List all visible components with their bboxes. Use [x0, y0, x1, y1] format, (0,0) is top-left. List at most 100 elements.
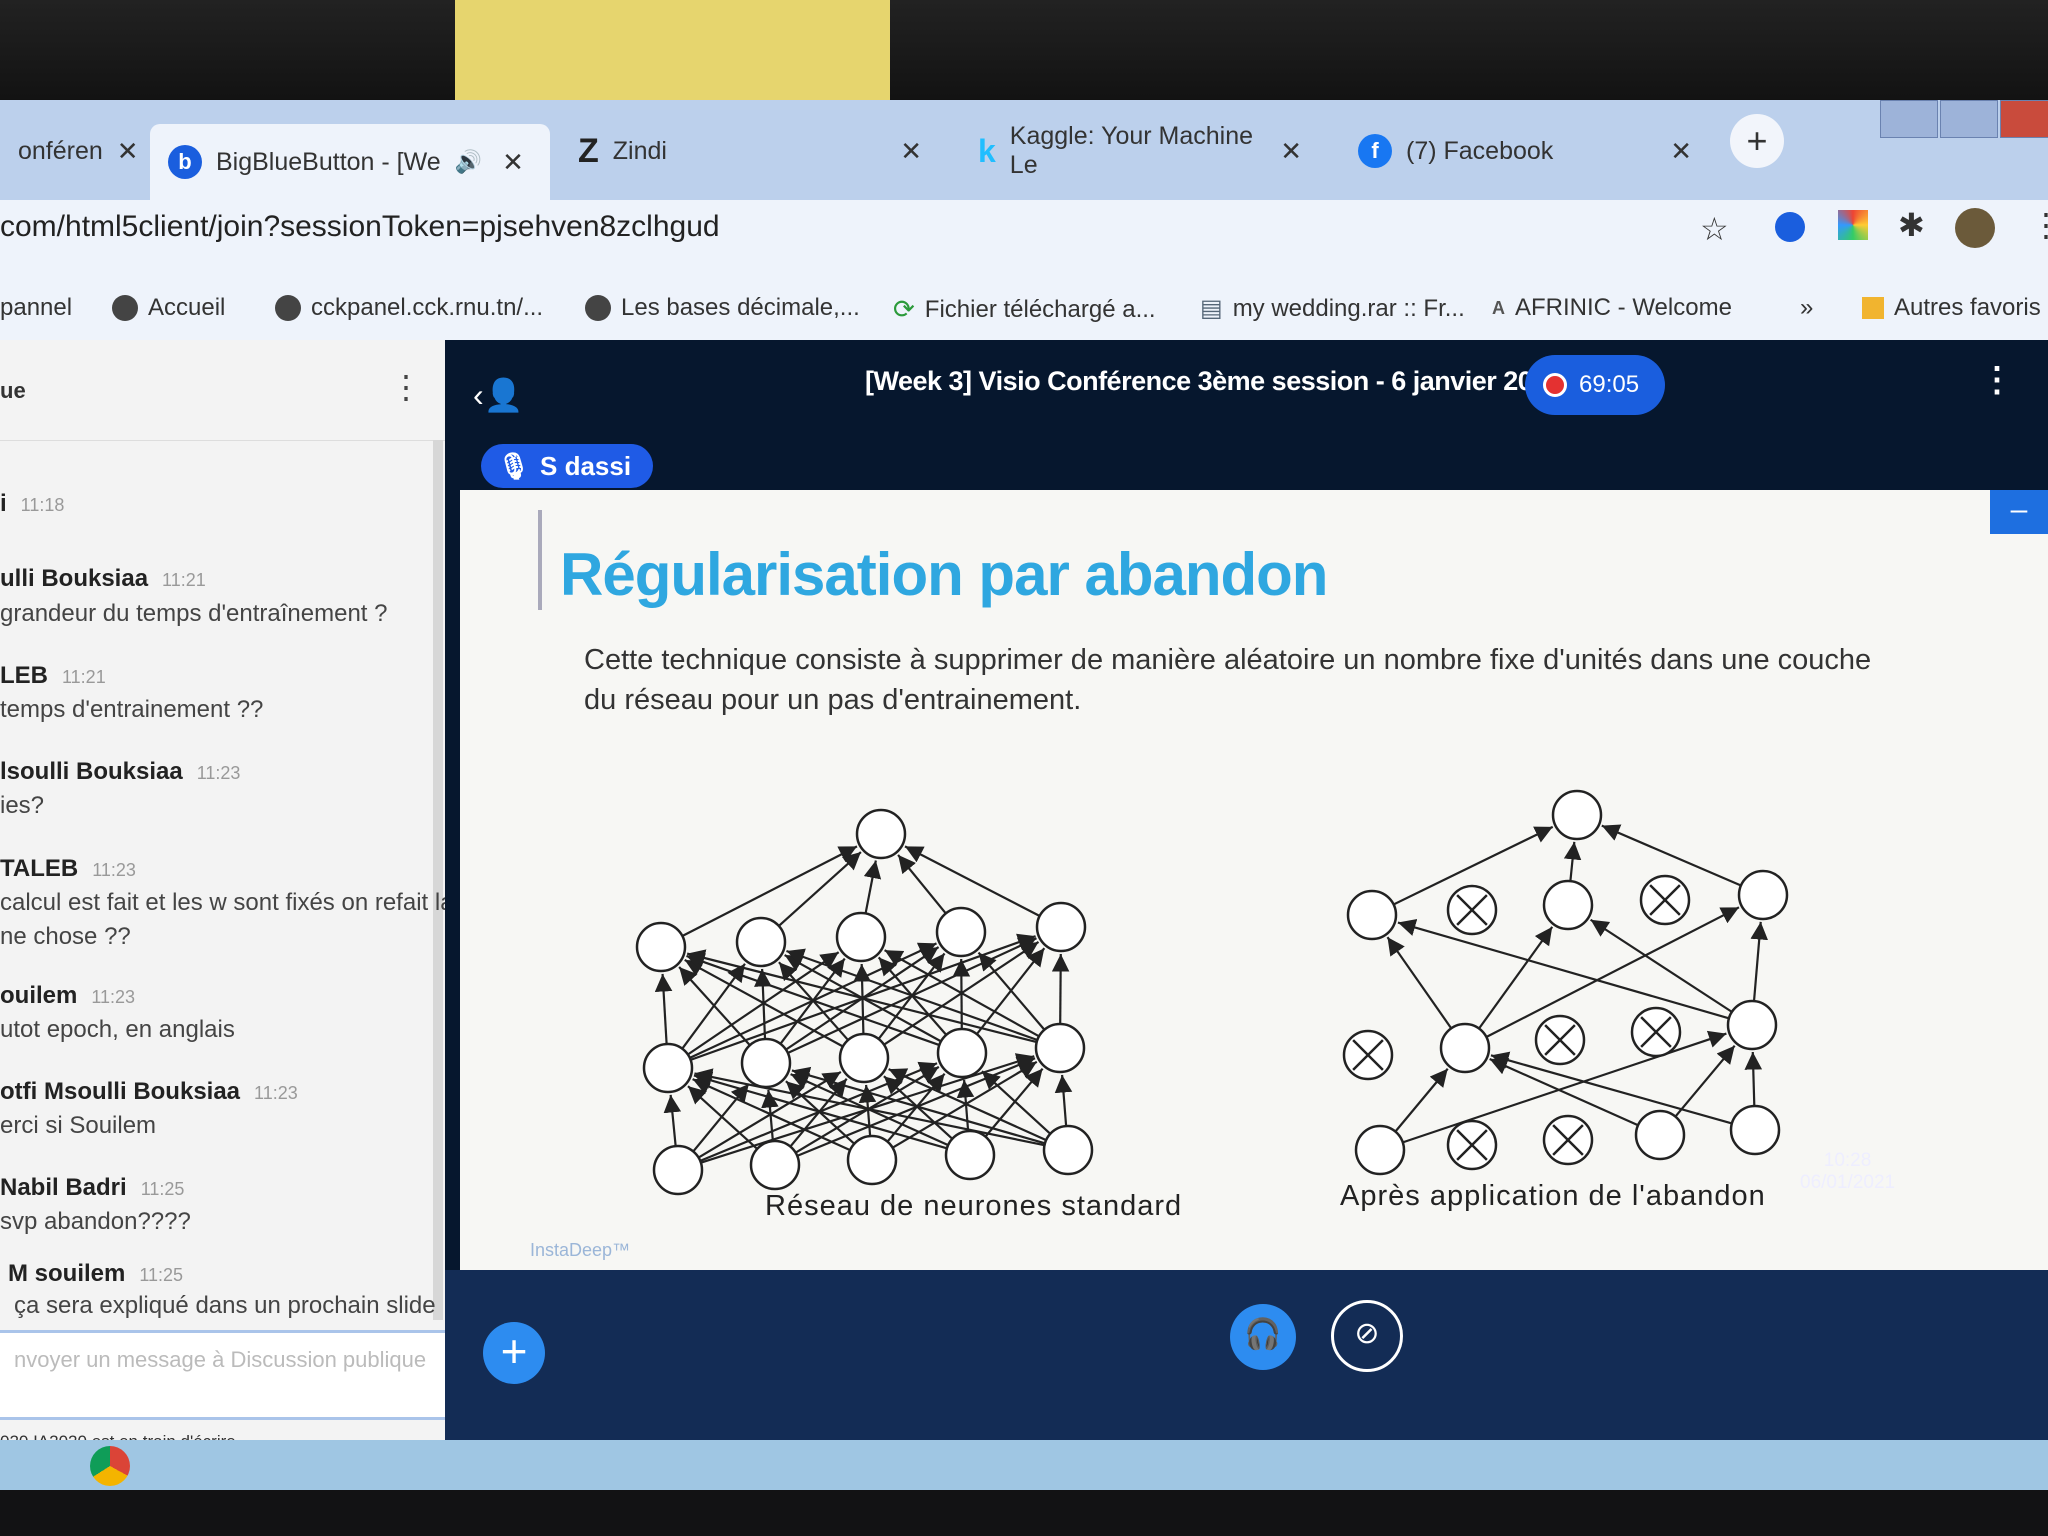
connection-arrow	[692, 1083, 750, 1153]
close-icon[interactable]: ✕	[502, 147, 524, 178]
connection-arrow	[1750, 921, 1769, 1002]
chrome-icon[interactable]	[90, 1446, 130, 1486]
users-toggle-icon[interactable]: ‹👤	[473, 376, 524, 414]
neuron	[740, 1037, 792, 1089]
chat-message: i 11:18	[0, 490, 65, 517]
chat-message: LEB 11:21	[0, 662, 106, 689]
bookmark-bases-decimales[interactable]: Les bases décimale,...	[585, 294, 860, 322]
bookmark-afrinic[interactable]: A AFRINIC - Welcome	[1492, 294, 1732, 322]
video-button[interactable]: ⊘	[1331, 1300, 1403, 1372]
chat-options-icon[interactable]: ⋮	[390, 368, 422, 406]
neuron	[855, 808, 907, 860]
chat-message: Nabil Badri 11:25	[0, 1174, 185, 1201]
screen: onféren ✕ b BigBlueButton - [We 🔊 ✕ Z Zi…	[0, 100, 2048, 1490]
chat-message: M souilem 11:25	[8, 1260, 184, 1287]
color-extension-icon[interactable]	[1838, 210, 1868, 240]
options-kebab-icon[interactable]: ⋮	[1980, 360, 2014, 400]
star-icon[interactable]: ☆	[1700, 210, 1729, 248]
neuron	[846, 1134, 898, 1186]
bookmark-accueil[interactable]: Accueil	[112, 294, 225, 322]
monitor-bezel-bottom	[0, 1490, 2048, 1536]
monitor-bezel-top	[0, 0, 2048, 110]
chat-header: ue ⋮	[0, 340, 445, 441]
url-field[interactable]: com/html5client/join?sessionToken=pjsehv…	[0, 210, 720, 244]
connection-arrow	[1386, 936, 1453, 1029]
actions-button[interactable]: +	[483, 1322, 545, 1384]
bookmark-wedding[interactable]: ▤ my wedding.rar :: Fr...	[1200, 294, 1465, 323]
chat-message: ulli Bouksiaa 11:21	[0, 565, 206, 592]
tab-facebook[interactable]: f (7) Facebook ✕	[1340, 122, 1710, 180]
close-icon[interactable]: ✕	[900, 136, 922, 167]
chat-scrollbar[interactable]	[433, 440, 443, 1320]
tab-label: Zindi	[612, 136, 667, 165]
talker-name: S dassi	[540, 450, 632, 481]
close-icon[interactable]: ✕	[1280, 136, 1302, 167]
tab-conference[interactable]: onféren ✕	[0, 122, 140, 180]
taskbar	[0, 1440, 2048, 1490]
globe-icon	[275, 295, 301, 321]
refresh-icon: ⟳	[893, 294, 915, 324]
chat-message-text: utot epoch, en anglais	[0, 1016, 235, 1043]
connection-arrow	[981, 1070, 1052, 1135]
caption-dropout: Après application de l'abandon	[1340, 1180, 1766, 1212]
close-window-button[interactable]	[2000, 100, 2048, 138]
puzzle-icon[interactable]: ✱	[1898, 206, 1925, 244]
audio-button[interactable]: 🎧	[1230, 1304, 1296, 1370]
chat-message-text: svp abandon????	[0, 1208, 191, 1235]
afrinic-icon: A	[1492, 297, 1505, 318]
neuron	[1634, 1109, 1686, 1161]
microphone-icon: 🎙	[497, 450, 531, 481]
globe-icon	[112, 295, 138, 321]
record-timer: 69:05	[1579, 371, 1640, 398]
caption-standard: Réseau de neurones standard	[765, 1190, 1183, 1222]
neuron	[835, 911, 887, 963]
neuron	[1354, 1124, 1406, 1176]
connection-arrow	[1563, 841, 1582, 882]
tab-kaggle[interactable]: k Kaggle: Your Machine Le ✕	[960, 122, 1320, 180]
connection-arrow	[1744, 1051, 1763, 1107]
new-tab-button[interactable]: +	[1730, 114, 1784, 168]
extension-icon[interactable]	[1775, 212, 1805, 242]
minimize-button[interactable]	[1880, 100, 1938, 138]
chat-title: ue	[0, 378, 26, 403]
chat-input[interactable]: nvoyer un message à Discussion publique	[0, 1330, 450, 1420]
connection-arrow	[1485, 906, 1740, 1039]
neuron	[936, 1027, 988, 1079]
tab-bigbluebutton[interactable]: b BigBlueButton - [We 🔊 ✕	[150, 124, 550, 200]
globe-icon	[585, 295, 611, 321]
connection-arrow	[904, 845, 1041, 917]
speaker-icon[interactable]: 🔊	[455, 149, 482, 175]
neuron	[944, 1129, 996, 1181]
neuron	[652, 1144, 704, 1196]
presentation-area: ‹👤 [Week 3] Visio Conférence 3ème sessio…	[445, 340, 2048, 1490]
bookmark-fichier[interactable]: ⟳ Fichier téléchargé a...	[893, 294, 1156, 325]
headphones-icon: 🎧	[1244, 1318, 1282, 1351]
chat-message-text: temps d'entrainement ??	[0, 696, 264, 723]
tab-zindi[interactable]: Z Zindi ✕	[560, 122, 940, 180]
chat-message-text: ça sera expliqué dans un prochain slide	[14, 1292, 436, 1319]
tab-label: (7) Facebook	[1406, 136, 1554, 165]
talker-badge: 🎙 S dassi	[481, 444, 654, 488]
maximize-button[interactable]	[1940, 100, 1998, 138]
neuron	[1542, 879, 1594, 931]
bookmark-autres-favoris[interactable]: Autres favoris	[1862, 294, 2041, 322]
neuron	[1439, 1022, 1491, 1074]
bookmark-pannel[interactable]: pannel	[0, 294, 72, 322]
watermark: InstaDeep™	[530, 1240, 631, 1260]
clock-time: 10:28	[1823, 1150, 1872, 1171]
address-bar: com/html5client/join?sessionToken=pjsehv…	[0, 200, 2048, 280]
connection-arrow	[1394, 1068, 1449, 1133]
connection-arrow	[687, 1085, 758, 1150]
menu-kebab-icon[interactable]: ⋮	[2030, 206, 2048, 244]
record-icon	[1543, 373, 1567, 397]
close-icon[interactable]: ✕	[1670, 136, 1692, 167]
neuron	[1726, 999, 1778, 1051]
avatar[interactable]	[1955, 208, 1995, 248]
bookmark-cckpanel[interactable]: cckpanel.cck.rnu.tn/...	[275, 294, 543, 322]
chat-message: ouilem 11:23	[0, 982, 136, 1009]
more-bookmarks-button[interactable]: »	[1800, 294, 1813, 322]
close-icon[interactable]: ✕	[117, 136, 139, 167]
tab-label: onféren	[18, 136, 103, 165]
chat-message: TALEB 11:23	[0, 855, 136, 882]
recording-button[interactable]: 69:05	[1525, 355, 1665, 415]
